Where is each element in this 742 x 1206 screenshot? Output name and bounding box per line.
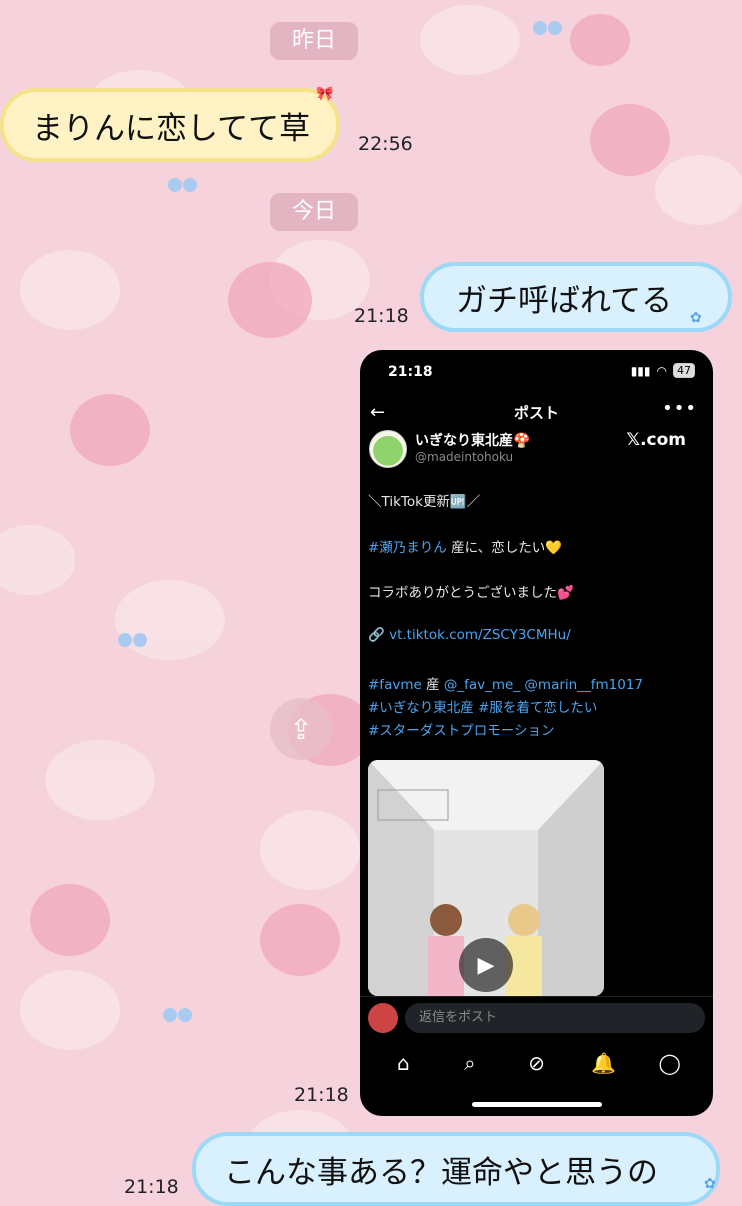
bow-decoration-icon: 🎀 — [316, 86, 334, 102]
message-text: ガチ呼ばれてる — [456, 282, 673, 319]
play-icon[interactable]: ▶ — [459, 938, 513, 992]
more-icon[interactable]: ••• — [662, 398, 697, 419]
signal-icon: ▮▮▮ — [630, 363, 651, 378]
post-line: #favme 産 @_fav_me_ @marin__fm1017 — [368, 673, 643, 693]
post-line: コラボありがとうございました💕 — [368, 585, 574, 601]
share-icon[interactable]: ⇪ — [270, 698, 332, 760]
post-line: #瀬乃まりん 産に、恋したい💛 — [368, 536, 562, 556]
battery-icon: 47 — [673, 363, 695, 378]
wifi-icon: ◠ — [656, 363, 667, 378]
author-handle: @madeintohoku — [415, 450, 514, 464]
home-icon[interactable]: ⌂ — [391, 1051, 415, 1075]
hashtag-line[interactable]: #いぎなり東北産 #服を着て恋したい — [368, 696, 597, 716]
messages-icon[interactable]: ◯ — [658, 1051, 682, 1075]
date-separator-today: 今日 — [270, 193, 358, 231]
message-bubble-incoming[interactable]: まりんに恋してて草 — [0, 88, 340, 162]
post-line: ＼TikTok更新🆙／ — [368, 494, 481, 510]
grok-icon[interactable]: ⊘ — [524, 1051, 548, 1075]
avatar — [368, 1003, 398, 1033]
mention-link[interactable]: @marin__fm1017 — [520, 677, 643, 693]
post-author[interactable]: いぎなり東北産🍄 @madeintohoku 𝕏.com — [369, 430, 704, 470]
link-icon: 🔗 — [368, 627, 385, 643]
message-timestamp: 21:18 — [294, 1084, 349, 1106]
post-line: 🔗 vt.tiktok.com/ZSCY3CMHu/ — [368, 627, 571, 643]
search-icon[interactable]: ⌕ — [458, 1051, 482, 1075]
avatar[interactable] — [369, 430, 407, 468]
post-text: 産に、恋したい💛 — [446, 540, 563, 556]
message-timestamp: 21:18 — [354, 305, 409, 327]
post-text: 産 — [421, 677, 444, 693]
status-time: 21:18 — [388, 364, 433, 380]
source-label: 𝕏.com — [626, 430, 686, 450]
hashtag-line[interactable]: #スターダストプロモーション — [368, 719, 555, 739]
message-bubble-outgoing[interactable]: こんな事ある？運命やと思うの — [192, 1132, 720, 1206]
author-name: いぎなり東北産🍄 — [415, 433, 531, 449]
message-text: こんな事ある？運命やと思うの — [224, 1154, 658, 1191]
message-text: まりんに恋してて草 — [32, 110, 311, 147]
notifications-icon[interactable]: 🔔 — [591, 1051, 616, 1075]
hashtag-link[interactable]: #favme — [368, 677, 422, 693]
reply-input[interactable]: 返信をポスト — [405, 1003, 705, 1033]
status-icons: ▮▮▮ ◠ 47 — [631, 363, 695, 378]
flower-decoration-icon: ✿ — [704, 1176, 716, 1192]
nav-title: ポスト — [513, 404, 559, 422]
date-separator-yesterday: 昨日 — [270, 22, 358, 60]
video-thumbnail[interactable]: ▶ — [368, 760, 604, 996]
tiktok-link[interactable]: vt.tiktok.com/ZSCY3CMHu/ — [389, 627, 571, 643]
flower-decoration-icon: ✿ — [690, 310, 702, 326]
bottom-tab-bar: ⌂ ⌕ ⊘ 🔔 ◯ — [360, 1048, 713, 1078]
mention-link[interactable]: @_fav_me_ — [444, 677, 520, 693]
message-bubble-outgoing[interactable]: ガチ呼ばれてる — [420, 262, 732, 332]
hashtag-link[interactable]: #瀬乃まりん — [368, 540, 447, 556]
message-timestamp: 22:56 — [358, 133, 413, 155]
post-navbar: ← ポスト ••• — [360, 398, 713, 426]
home-indicator — [472, 1102, 602, 1107]
screenshot-attachment[interactable]: 21:18 ▮▮▮ ◠ 47 ← ポスト ••• いぎなり東北産🍄 @madei… — [360, 350, 713, 1116]
reply-bar: 返信をポスト — [360, 996, 713, 1047]
message-timestamp: 21:18 — [124, 1176, 179, 1198]
